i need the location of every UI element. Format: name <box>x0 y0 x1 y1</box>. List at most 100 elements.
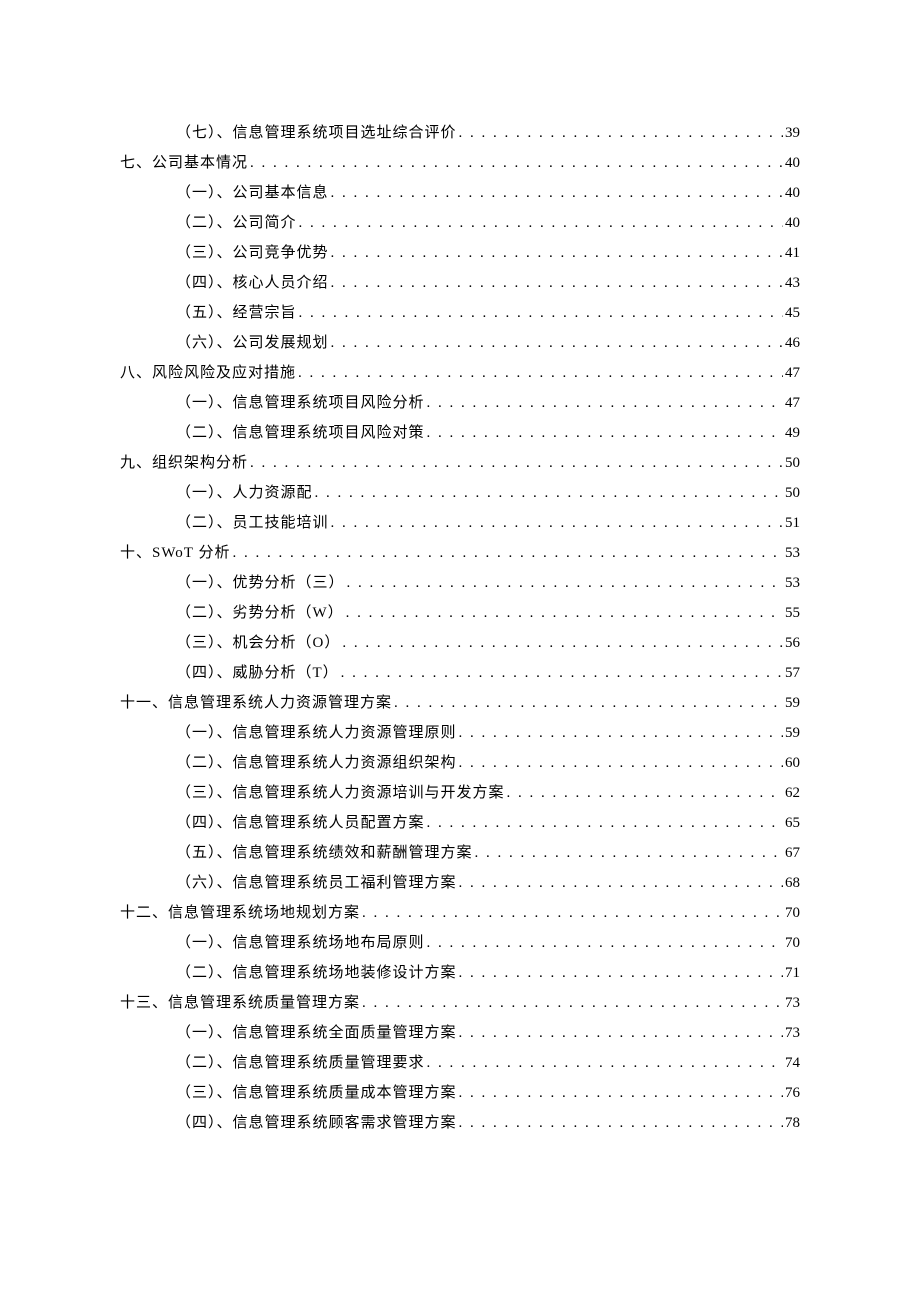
toc-entry-label: （一）、人力资源配 <box>176 478 313 508</box>
toc-entry-page: 43 <box>785 268 800 298</box>
toc-leader-dots <box>331 178 783 208</box>
toc-entry: （三）、信息管理系统质量成本管理方案 76 <box>120 1078 800 1108</box>
toc-leader-dots <box>250 448 783 478</box>
toc-entry-label: （三）、信息管理系统质量成本管理方案 <box>176 1078 457 1108</box>
toc-entry-label: （二）、员工技能培训 <box>176 508 329 538</box>
toc-entry-page: 70 <box>785 898 800 928</box>
toc-entry-label: （二）、信息管理系统人力资源组织架构 <box>176 748 457 778</box>
toc-entry-page: 53 <box>785 568 800 598</box>
toc-leader-dots <box>331 268 783 298</box>
toc-entry-page: 73 <box>785 1018 800 1048</box>
toc-leader-dots <box>459 748 783 778</box>
toc-entry-page: 47 <box>785 358 800 388</box>
toc-leader-dots <box>341 658 783 688</box>
toc-entry-page: 56 <box>785 628 800 658</box>
toc-entry-label: （一）、公司基本信息 <box>176 178 329 208</box>
toc-entry: （一）、人力资源配 50 <box>120 478 800 508</box>
toc-entry-label: （四）、信息管理系统顾客需求管理方案 <box>176 1108 457 1138</box>
toc-entry-label: （四）、信息管理系统人员配置方案 <box>176 808 425 838</box>
toc-entry-label: （二）、信息管理系统场地装修设计方案 <box>176 958 457 988</box>
toc-entry: 十、SWoT 分析53 <box>120 538 800 568</box>
toc-entry: （二）、员工技能培训 51 <box>120 508 800 538</box>
toc-leader-dots <box>347 568 783 598</box>
toc-entry-page: 67 <box>785 838 800 868</box>
toc-entry-page: 59 <box>785 718 800 748</box>
toc-entry-page: 59 <box>785 688 800 718</box>
toc-entry-page: 76 <box>785 1078 800 1108</box>
toc-entry-label: （三）、机会分析（O） <box>176 628 340 658</box>
toc-leader-dots <box>459 1018 783 1048</box>
toc-entry-label: 九、组织架构分析 <box>120 448 248 478</box>
toc-entry-page: 68 <box>785 868 800 898</box>
toc-entry-label: （三）、公司竞争优势 <box>176 238 329 268</box>
toc-entry-page: 40 <box>785 208 800 238</box>
toc-entry: 七、公司基本情况 40 <box>120 148 800 178</box>
toc-entry: （六）、信息管理系统员工福利管理方案68 <box>120 868 800 898</box>
toc-entry: （四）、威胁分析（T）57 <box>120 658 800 688</box>
toc-entry-label: 八、风险风险及应对措施 <box>120 358 296 388</box>
toc-leader-dots <box>331 508 783 538</box>
toc-entry-page: 78 <box>785 1108 800 1138</box>
toc-leader-dots <box>299 208 783 238</box>
toc-entry-label: 十二、信息管理系统场地规划方案 <box>120 898 360 928</box>
toc-leader-dots <box>475 838 783 868</box>
toc-leader-dots <box>459 868 783 898</box>
toc-entry-label: （五）、经营宗旨 <box>176 298 297 328</box>
toc-entry: （五）、信息管理系统绩效和薪酬管理方案 67 <box>120 838 800 868</box>
toc-leader-dots <box>331 328 783 358</box>
toc-leader-dots <box>459 718 783 748</box>
toc-entry-page: 46 <box>785 328 800 358</box>
toc-entry-page: 50 <box>785 448 800 478</box>
toc-entry-label: （二）、信息管理系统项目风险对策 <box>176 418 425 448</box>
toc-leader-dots <box>250 148 783 178</box>
toc-entry-label: （七）、信息管理系统项目选址综合评价 <box>176 118 457 148</box>
toc-entry-page: 73 <box>785 988 800 1018</box>
toc-entry-page: 62 <box>785 778 800 808</box>
toc-entry-page: 50 <box>785 478 800 508</box>
toc-entry-page: 40 <box>785 148 800 178</box>
toc-entry-label: （一）、优势分析（三） <box>176 568 345 598</box>
toc-leader-dots <box>427 388 783 418</box>
toc-entry-page: 51 <box>785 508 800 538</box>
toc-entry: （一）、公司基本信息40 <box>120 178 800 208</box>
toc-leader-dots <box>427 418 783 448</box>
toc-entry-label: （一）、信息管理系统项目风险分析 <box>176 388 425 418</box>
toc-entry: （六）、公司发展规划46 <box>120 328 800 358</box>
toc-entry-label: （一）、信息管理系统人力资源管理原则 <box>176 718 457 748</box>
toc-entry: 九、组织架构分析 50 <box>120 448 800 478</box>
toc-leader-dots <box>346 598 783 628</box>
toc-entry: （四）、信息管理系统人员配置方案65 <box>120 808 800 838</box>
toc-entry-label: （一）、信息管理系统全面质量管理方案 <box>176 1018 457 1048</box>
table-of-contents: （七）、信息管理系统项目选址综合评价39七、公司基本情况40（一）、公司基本信息… <box>120 118 800 1138</box>
toc-entry-page: 47 <box>785 388 800 418</box>
toc-leader-dots <box>459 958 783 988</box>
toc-entry-page: 74 <box>785 1048 800 1078</box>
toc-entry: （二）、公司简介40 <box>120 208 800 238</box>
toc-entry-label: 七、公司基本情况 <box>120 148 248 178</box>
toc-leader-dots <box>507 778 783 808</box>
toc-entry-page: 45 <box>785 298 800 328</box>
toc-entry: （四）、信息管理系统顾客需求管理方案 78 <box>120 1108 800 1138</box>
toc-leader-dots <box>427 928 783 958</box>
toc-entry: 八、风险风险及应对措施 47 <box>120 358 800 388</box>
toc-entry: （一）、优势分析（三） 53 <box>120 568 800 598</box>
toc-leader-dots <box>298 358 783 388</box>
toc-entry-label: 十三、信息管理系统质量管理方案 <box>120 988 360 1018</box>
toc-entry-page: 39 <box>785 118 800 148</box>
toc-entry: （二）、信息管理系统人力资源组织架构60 <box>120 748 800 778</box>
toc-entry-label: 十一、信息管理系统人力资源管理方案 <box>120 688 392 718</box>
toc-entry-label: （五）、信息管理系统绩效和薪酬管理方案 <box>176 838 473 868</box>
toc-entry: （七）、信息管理系统项目选址综合评价 39 <box>120 118 800 148</box>
toc-entry: （四）、核心人员介绍43 <box>120 268 800 298</box>
toc-entry-page: 55 <box>785 598 800 628</box>
toc-entry: （二）、信息管理系统场地装修设计方案71 <box>120 958 800 988</box>
toc-leader-dots <box>427 1048 783 1078</box>
toc-leader-dots <box>342 628 783 658</box>
toc-entry: （一）、信息管理系统人力资源管理原则 59 <box>120 718 800 748</box>
toc-entry: （二）、信息管理系统项目风险对策49 <box>120 418 800 448</box>
toc-leader-dots <box>459 1078 783 1108</box>
toc-entry: （二）、劣势分析（W）55 <box>120 598 800 628</box>
toc-entry: 十二、信息管理系统场地规划方案 70 <box>120 898 800 928</box>
toc-entry: （三）、机会分析（O） 56 <box>120 628 800 658</box>
toc-leader-dots <box>362 898 783 928</box>
